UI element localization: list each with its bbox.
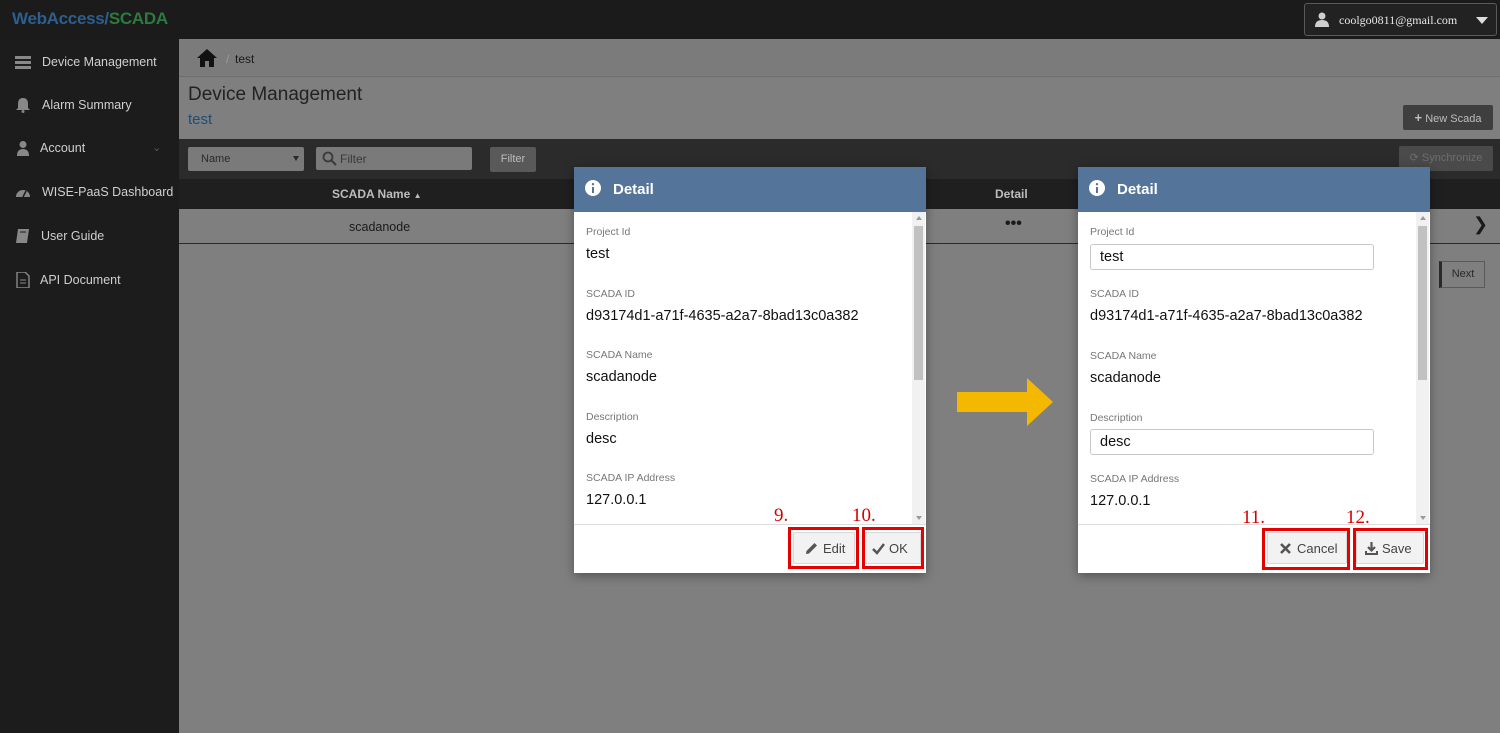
filter-input[interactable]: Filter (316, 147, 472, 170)
field-value: desc (586, 431, 617, 447)
field-value: scadanode (1090, 370, 1161, 386)
filter-field-select[interactable]: Name (188, 147, 304, 171)
scroll-down-arrow[interactable] (1420, 516, 1426, 520)
document-icon (16, 272, 30, 288)
brand-logo[interactable]: WebAccess/SCADA (12, 9, 168, 29)
scrollbar-thumb[interactable] (914, 226, 923, 380)
user-menu[interactable]: coolgo0811@gmail.com (1304, 3, 1497, 36)
chevron-down-icon (1476, 17, 1488, 24)
book-icon (16, 229, 29, 243)
page-subtitle: test (188, 111, 213, 128)
highlight-edit (788, 527, 859, 569)
caret-down-icon (293, 156, 299, 161)
modal-header: Detail (1078, 167, 1430, 212)
filter-button[interactable]: Filter (490, 147, 536, 172)
field-label: Description (586, 411, 639, 423)
chevron-down-icon: ⌄ (152, 142, 162, 154)
step-number: 10. (852, 505, 876, 526)
sidebar-item-alarm-summary[interactable]: Alarm Summary (0, 84, 179, 124)
dashboard-icon (16, 190, 30, 198)
info-icon (1089, 180, 1105, 196)
step-number: 9. (774, 505, 789, 526)
breadcrumb: / test (179, 39, 1500, 77)
description-input[interactable]: desc (1090, 429, 1374, 455)
scroll-up-arrow[interactable] (916, 216, 922, 220)
breadcrumb-separator: / (226, 52, 230, 66)
sidebar-item-user-guide[interactable]: User Guide (0, 215, 179, 255)
column-header-detail: Detail (995, 187, 1028, 201)
breadcrumb-item[interactable]: test (235, 52, 254, 66)
field-value: d93174d1-a71f-4635-a2a7-8bad13c0a382 (1090, 308, 1363, 324)
scrollbar[interactable] (1416, 212, 1429, 524)
field-value: d93174d1-a71f-4635-a2a7-8bad13c0a382 (586, 308, 859, 324)
scroll-down-arrow[interactable] (916, 516, 922, 520)
step-number: 12. (1346, 507, 1370, 528)
scrollbar-thumb[interactable] (1418, 226, 1427, 380)
field-label: SCADA IP Address (586, 472, 676, 484)
user-icon (1315, 12, 1329, 27)
scrollbar[interactable] (912, 212, 925, 524)
modal-title: Detail (1117, 181, 1158, 198)
field-value: scadanode (586, 369, 657, 385)
cell-scada-name: scadanode (349, 220, 411, 234)
search-icon (322, 151, 337, 166)
next-page-button[interactable]: Next (1439, 261, 1485, 288)
modal-title: Detail (613, 181, 654, 198)
sidebar-item-wise-paas-dashboard[interactable]: WISE-PaaS Dashboard (0, 171, 179, 211)
field-value: 127.0.0.1 (1090, 493, 1151, 509)
user-icon (17, 141, 29, 156)
field-label: Description (1090, 412, 1143, 424)
field-label: SCADA ID (586, 288, 636, 300)
field-value: test (586, 246, 610, 262)
field-label: SCADA Name (1090, 350, 1157, 362)
sidebar-item-api-document[interactable]: API Document (0, 259, 179, 299)
arrow-right-icon (957, 378, 1053, 426)
sidebar-item-device-management[interactable]: Device Management (0, 41, 179, 81)
page-title: Device Management (188, 84, 363, 105)
highlight-cancel (1262, 528, 1350, 570)
sort-asc-icon: ▲ (413, 191, 422, 200)
detail-more-button[interactable]: ••• (1005, 215, 1022, 233)
highlight-ok (862, 527, 924, 569)
column-header-scada-name[interactable]: SCADA Name ▲ (332, 187, 422, 201)
new-scada-button[interactable]: + New Scada (1403, 105, 1493, 130)
project-id-input[interactable]: test (1090, 244, 1374, 270)
modal-body: Project Id test SCADA ID d93174d1-a71f-4… (1078, 212, 1430, 525)
field-label: Project Id (1090, 226, 1135, 238)
info-icon (585, 180, 601, 196)
server-icon (15, 56, 31, 69)
field-value: 127.0.0.1 (586, 492, 647, 508)
sidebar: Device Management Alarm Summary Account … (0, 39, 179, 733)
step-number: 11. (1242, 507, 1266, 528)
highlight-save (1353, 528, 1428, 570)
chevron-right-icon[interactable]: ❯ (1473, 214, 1488, 235)
field-label: SCADA Name (586, 349, 653, 361)
refresh-icon: ⟳ (1409, 152, 1419, 164)
field-label: SCADA IP Address (1090, 473, 1180, 485)
modal-body: Project Id test SCADA ID d93174d1-a71f-4… (574, 212, 926, 525)
top-bar: WebAccess/SCADA coolgo0811@gmail.com (0, 0, 1500, 39)
sidebar-item-account[interactable]: Account ⌄ (0, 127, 179, 167)
field-label: SCADA ID (1090, 288, 1140, 300)
user-email: coolgo0811@gmail.com (1339, 13, 1458, 27)
bell-icon (16, 98, 30, 113)
home-icon[interactable] (197, 49, 217, 67)
field-label: Project Id (586, 226, 631, 238)
plus-icon: + (1414, 110, 1423, 125)
modal-header: Detail (574, 167, 926, 212)
scroll-up-arrow[interactable] (1420, 216, 1426, 220)
